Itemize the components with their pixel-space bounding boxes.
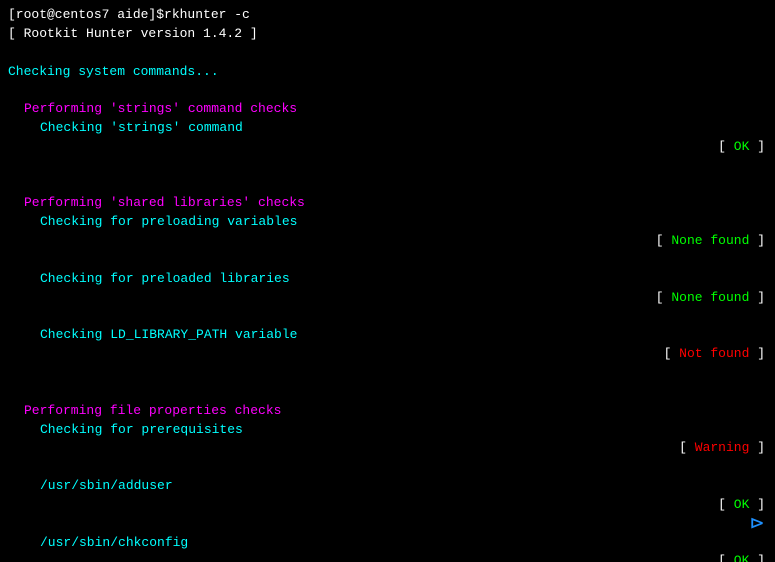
not-found-bracket-open: [ [664,346,680,361]
blank-line-2 [8,81,767,100]
ok-bracket-open-2: [ [718,497,734,512]
version-line: [ Rootkit Hunter version 1.4.2 ] [8,25,767,44]
not-found-status: Not found [679,346,749,361]
none-found-bracket-close-2: ] [749,290,765,305]
terminal: [root@centos7 aide]$rkhunter -c [ Rootki… [0,0,775,562]
ok-bracket-close-3: ] [749,553,765,562]
mouse-cursor: ⊳ [749,514,765,534]
ld-library-path-label: Checking LD_LIBRARY_PATH variable [40,326,297,345]
ok-status-2: OK [734,497,750,512]
ok-bracket-close-1: ] [749,139,765,154]
ok-bracket-close-2: ] [749,497,765,512]
file-props-text: Performing file properties checks [24,402,281,421]
preloaded-libs-label: Checking for preloaded libraries [40,270,290,289]
preloading-vars-line: Checking for preloading variables [ None… [8,213,767,270]
prompt-line: [root@centos7 aide]$rkhunter -c [8,6,767,25]
adduser-line: /usr/sbin/adduser [ OK ] [8,477,767,534]
none-found-bracket-open-1: [ [656,233,672,248]
prerequisites-line: Checking for prerequisites [ Warning ] [8,421,767,478]
system-commands-text: Checking system commands... [8,63,219,82]
strings-section-text: Performing 'strings' command checks [24,100,297,119]
chkconfig-line: /usr/sbin/chkconfig [ OK ] [8,534,767,562]
strings-section: Performing 'strings' command checks [8,100,767,119]
chkconfig-label: /usr/sbin/chkconfig [40,534,188,553]
warning-bracket-close-1: ] [749,440,765,455]
file-props-section: Performing file properties checks [8,402,767,421]
none-found-bracket-open-2: [ [656,290,672,305]
prerequisites-label: Checking for prerequisites [40,421,243,440]
blank-line-4 [8,383,767,402]
preloaded-libs-line: Checking for preloaded libraries [ None … [8,270,767,327]
none-found-status-2: None found [671,290,749,305]
prompt: [root@centos7 aide]$ [8,6,164,25]
warning-bracket-open-1: [ [679,440,695,455]
strings-check-label: Checking 'strings' command [40,119,243,138]
not-found-bracket-close: ] [749,346,765,361]
ok-bracket-open-1: [ [718,139,734,154]
ok-status-1: OK [734,139,750,154]
ld-library-path-line: Checking LD_LIBRARY_PATH variable [ Not … [8,326,767,383]
shared-libs-text: Performing 'shared libraries' checks [24,194,305,213]
strings-check-line: Checking 'strings' command [ OK ] [8,119,767,176]
blank-line-1 [8,44,767,63]
version-text: [ Rootkit Hunter version 1.4.2 ] [8,25,258,44]
shared-libs-section: Performing 'shared libraries' checks [8,194,767,213]
command: rkhunter -c [164,6,250,25]
ok-bracket-open-3: [ [718,553,734,562]
ok-status-3: OK [734,553,750,562]
warning-status-1: Warning [695,440,750,455]
system-commands-header: Checking system commands... [8,63,767,82]
adduser-label: /usr/sbin/adduser [40,477,173,496]
blank-line-3 [8,176,767,195]
none-found-status-1: None found [671,233,749,248]
preloading-vars-label: Checking for preloading variables [40,213,297,232]
none-found-bracket-close-1: ] [749,233,765,248]
